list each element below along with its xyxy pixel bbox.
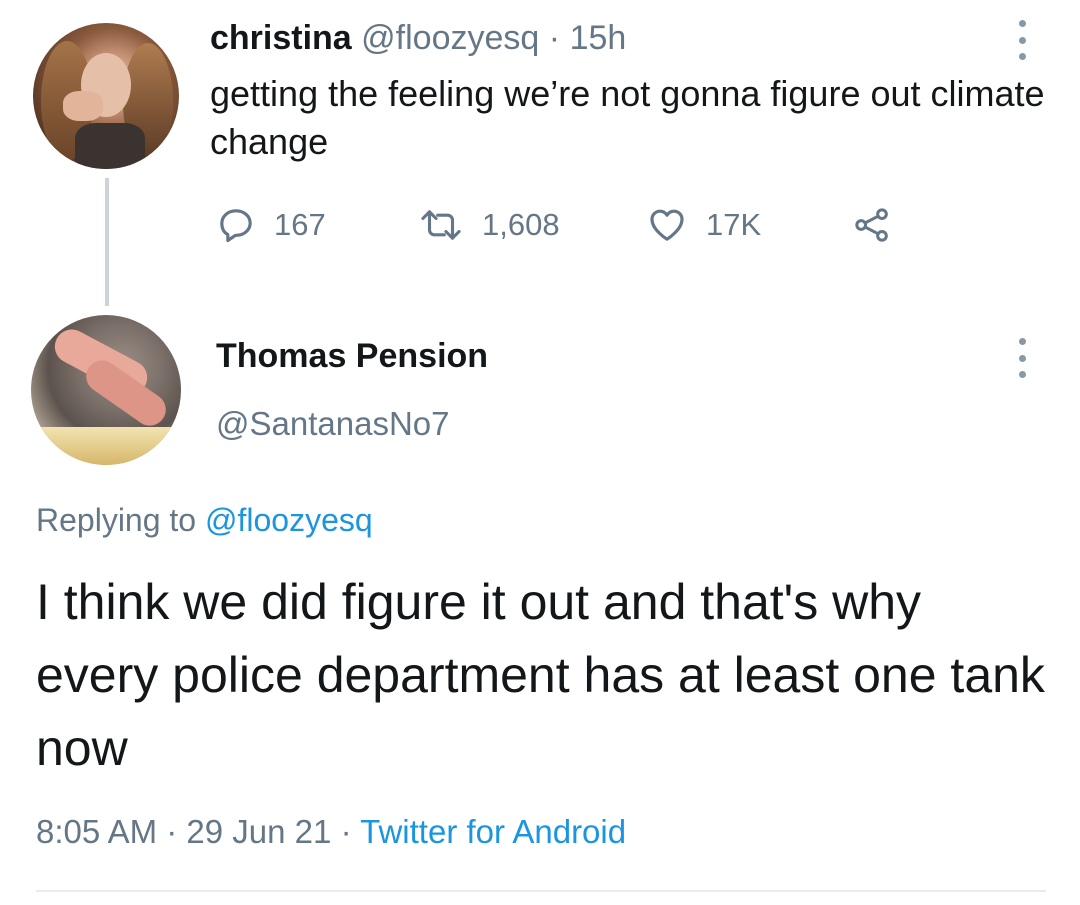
tweet1-author-handle[interactable]: @floozyesq xyxy=(361,19,539,57)
tweet1-header: christina @floozyesq · 15h xyxy=(210,18,626,58)
tweet2-author-name[interactable]: Thomas Pension xyxy=(216,336,488,376)
thread-connector-line xyxy=(105,178,109,306)
replying-to-handle-link[interactable]: @floozyesq xyxy=(205,502,373,538)
share-button[interactable] xyxy=(852,200,892,250)
tweet1-author-name[interactable]: christina xyxy=(210,19,352,57)
retweet-icon xyxy=(421,210,461,240)
reply-icon xyxy=(220,209,252,243)
heart-icon xyxy=(650,209,684,241)
tweet2-text: I think we did figure it out and that's … xyxy=(36,574,1045,776)
reply-button[interactable]: 167 xyxy=(216,200,326,250)
avatar-christina[interactable] xyxy=(33,23,179,169)
tweet2-date[interactable]: 29 Jun 21 xyxy=(186,813,331,850)
replying-to-line: Replying to @floozyesq xyxy=(36,500,373,540)
avatar-thomas-pension[interactable] xyxy=(31,315,181,465)
tweet2-meta: 8:05 AM · 29 Jun 21 · Twitter for Androi… xyxy=(36,810,626,854)
more-dot xyxy=(1018,371,1026,378)
more-dot xyxy=(1018,20,1026,27)
tweet2-separator: · xyxy=(340,813,352,850)
tweet2-source-link[interactable]: Twitter for Android xyxy=(360,813,626,850)
tweet1-more-icon[interactable] xyxy=(1018,20,1026,60)
avatar-clothing xyxy=(75,123,145,169)
more-dot xyxy=(1018,36,1026,44)
tweet1-text: getting the feeling we’re not gonna figu… xyxy=(210,73,1045,162)
like-count: 17K xyxy=(706,207,762,242)
tweet2-time[interactable]: 8:05 AM xyxy=(36,813,157,850)
tweet2-separator: · xyxy=(166,813,178,850)
tweet2-author-handle[interactable]: @SantanasNo7 xyxy=(216,404,449,444)
divider xyxy=(36,890,1046,892)
retweet-count: 1,608 xyxy=(482,207,560,242)
retweet-button[interactable]: 1,608 xyxy=(418,200,560,250)
reply-count: 167 xyxy=(274,207,326,242)
share-icon xyxy=(855,208,888,242)
more-dot xyxy=(1018,53,1026,60)
like-button[interactable]: 17K xyxy=(646,200,761,250)
more-dot xyxy=(1018,338,1026,345)
more-dot xyxy=(1018,354,1026,362)
replying-to-label: Replying to xyxy=(36,502,197,538)
tweet1-separator: · xyxy=(548,19,561,57)
tweet1-time[interactable]: 15h xyxy=(570,19,627,57)
avatar-hand xyxy=(63,91,103,121)
avatar-background-sign xyxy=(31,427,181,465)
tweet2-more-icon[interactable] xyxy=(1018,338,1026,378)
